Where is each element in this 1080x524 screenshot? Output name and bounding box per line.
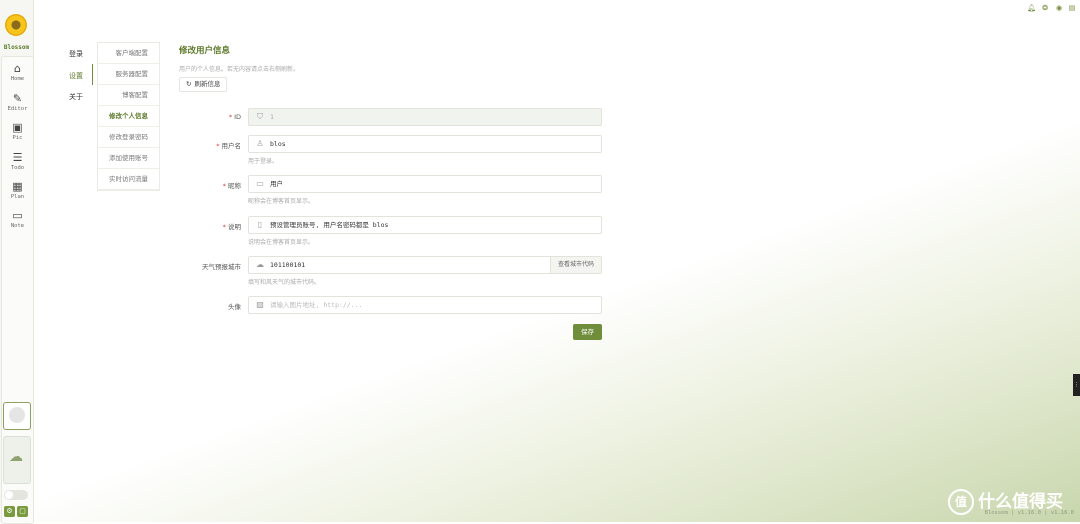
blossom-logo-icon[interactable]: [5, 14, 27, 36]
settings-nav-settings[interactable]: 设置: [69, 71, 83, 81]
rail-item-editor[interactable]: ✎ Editor: [2, 92, 33, 113]
settings-gear-icon[interactable]: ⚙: [4, 506, 15, 517]
app-rail: Blossom ⌂ Home ✎ Editor ▣ Pic ☰ Todo ▦ P…: [0, 0, 34, 524]
rail-item-plan[interactable]: ▦ Plan: [2, 180, 33, 201]
weather-hint: 填写和风天气的城市代码。: [248, 279, 321, 286]
rail-item-todo[interactable]: ☰ Todo: [2, 151, 33, 172]
toggle-knob: [5, 491, 13, 499]
sub-nav-edit-profile[interactable]: 修改个人信息: [98, 106, 159, 127]
rail-item-note[interactable]: ▭ Note: [2, 209, 33, 230]
remark-label: * 说明: [222, 223, 241, 231]
user-avatar-button[interactable]: [3, 402, 31, 430]
theme-toggle[interactable]: [4, 490, 28, 500]
refresh-icon: ↻: [186, 80, 192, 88]
settings-nav-about[interactable]: 关于: [69, 92, 83, 102]
window-menu-icon[interactable]: ▤: [1068, 4, 1076, 12]
home-icon: ⌂: [14, 62, 21, 75]
weather-city-input[interactable]: ☁ 101100101 查看城市代码: [248, 256, 602, 274]
note-icon: ▭: [12, 209, 23, 222]
bell-icon[interactable]: 🔔︎: [1027, 4, 1036, 12]
version-footer: Blossom | v1.16.0 | v1.16.0: [984, 510, 1074, 516]
sub-nav-blog-config[interactable]: 博客配置: [98, 85, 159, 106]
cloud-icon: ☁: [256, 260, 264, 269]
app-name: Blossom: [3, 44, 30, 51]
active-indicator: [92, 64, 93, 85]
avatar: [9, 407, 25, 423]
watermark-logo-icon: 值: [948, 489, 974, 515]
cloud-upload-icon: ☁: [9, 449, 23, 465]
rail-item-home[interactable]: ⌂ Home: [2, 62, 33, 83]
id-field: ⛉ 1: [248, 108, 602, 126]
settings-sub-nav: 客户端配置 服务器配置 博客配置 修改个人信息 修改登录密码 添加使用账号 实时…: [97, 42, 160, 191]
nickname-label: * 昵称: [222, 182, 241, 190]
id-card-icon: ▭: [256, 179, 264, 188]
window-icon[interactable]: ▢: [17, 506, 28, 517]
sub-nav-client-config[interactable]: 客户端配置: [98, 43, 159, 64]
username-input[interactable]: ♙ blos: [248, 135, 602, 153]
sub-nav-traffic[interactable]: 实时访问流量: [98, 169, 159, 190]
avatar-label: 头像: [228, 303, 241, 311]
image-icon: ▨: [256, 300, 264, 309]
side-drawer-handle[interactable]: ⋮: [1073, 374, 1080, 396]
remark-input[interactable]: ▯ 预设管理员账号, 用户名密码都是 blos: [248, 216, 602, 234]
document-icon: ▯: [257, 220, 263, 229]
user-icon: ♙: [256, 139, 264, 148]
rail-item-pic[interactable]: ▣ Pic: [2, 121, 33, 142]
picture-icon: ▣: [12, 121, 23, 134]
weather-label: 天气预报城市: [202, 263, 241, 271]
id-label: * ID: [228, 113, 241, 121]
nickname-hint: 昵称会在博客首页显示。: [248, 198, 315, 205]
sub-nav-server-config[interactable]: 服务器配置: [98, 64, 159, 85]
page-description: 用户的个人信息。若无内容请点击右侧刷新。: [179, 66, 300, 73]
username-hint: 用于登录。: [248, 158, 279, 165]
view-city-code-button[interactable]: 查看城市代码: [550, 257, 601, 273]
sub-nav-change-password[interactable]: 修改登录密码: [98, 127, 159, 148]
save-button[interactable]: 保存: [573, 324, 602, 340]
sub-nav-add-account[interactable]: 添加使用账号: [98, 148, 159, 169]
status-icon[interactable]: ◉: [1055, 4, 1063, 12]
nickname-input[interactable]: ▭ 用户: [248, 175, 602, 193]
todo-icon: ☰: [12, 151, 23, 164]
avatar-url-input[interactable]: ▨ 请输入图片地址, http://...: [248, 296, 602, 314]
calendar-icon: ▦: [12, 180, 23, 193]
refresh-button[interactable]: ↻ 刷新信息: [179, 77, 228, 92]
remark-hint: 说明会在博客首页显示。: [248, 239, 315, 246]
theme-icon[interactable]: ❂: [1041, 4, 1049, 12]
settings-nav-login[interactable]: 登录: [69, 49, 83, 59]
username-label: * 用户名: [216, 142, 241, 150]
page-title: 修改用户信息: [179, 46, 231, 56]
editor-icon: ✎: [12, 92, 23, 105]
shield-icon: ⛉: [257, 112, 263, 121]
upload-panel[interactable]: ☁: [3, 436, 31, 484]
